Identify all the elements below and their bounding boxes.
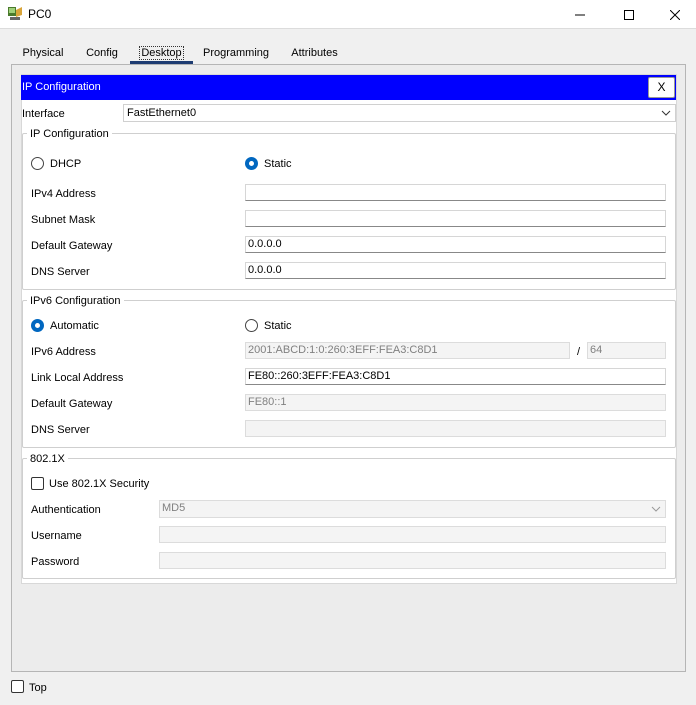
- dhcp-label: DHCP: [50, 158, 82, 170]
- password-field[interactable]: [159, 552, 666, 569]
- window-title: PC0: [28, 7, 52, 21]
- ipv6-address-field[interactable]: 2001:ABCD:1:0:260:3EFF:FEA3:C8D1: [245, 342, 570, 359]
- minimize-button[interactable]: [557, 0, 603, 29]
- ipv6-default-gateway-field[interactable]: FE80::1: [245, 394, 666, 411]
- automatic-radio[interactable]: [31, 319, 44, 332]
- use-8021x-label: Use 802.1X Security: [49, 478, 150, 490]
- minimize-icon: [575, 14, 585, 15]
- top-checkbox[interactable]: [11, 680, 24, 693]
- ipv6-address-label: IPv6 Address: [31, 346, 96, 358]
- ipv4-address-field[interactable]: [245, 184, 666, 201]
- authentication-label: Authentication: [31, 504, 101, 516]
- subnet-mask-field[interactable]: [245, 210, 666, 227]
- top-label: Top: [29, 682, 47, 694]
- automatic-label: Automatic: [50, 320, 99, 332]
- ipv4-address-label: IPv4 Address: [31, 188, 96, 200]
- ip-config-header-bar: [21, 75, 676, 100]
- chevron-down-icon: [659, 105, 673, 121]
- dns-server-field[interactable]: 0.0.0.0: [245, 262, 666, 279]
- dns-server-label: DNS Server: [31, 266, 90, 278]
- maximize-icon: [624, 9, 634, 20]
- static-ipv6-label: Static: [264, 320, 292, 332]
- close-window-button[interactable]: [652, 0, 696, 29]
- interface-select-value: FastEthernet0: [127, 107, 197, 119]
- interface-label: Interface: [22, 108, 65, 120]
- password-label: Password: [31, 556, 80, 568]
- chevron-down-icon: [649, 501, 663, 517]
- static-ipv4-label: Static: [264, 158, 292, 170]
- ipv6-prefix-field[interactable]: 64: [587, 342, 666, 359]
- username-label: Username: [31, 530, 82, 542]
- default-gateway-label: Default Gateway: [31, 240, 113, 252]
- default-gateway-field[interactable]: 0.0.0.0: [245, 236, 666, 253]
- ipv6-dns-server-field[interactable]: [245, 420, 666, 437]
- interface-select[interactable]: FastEthernet0: [123, 104, 676, 122]
- tab-programming[interactable]: Programming: [202, 45, 270, 62]
- link-local-address-field[interactable]: FE80::260:3EFF:FEA3:C8D1: [245, 368, 666, 385]
- prefix-separator: /: [577, 346, 581, 358]
- username-field[interactable]: [159, 526, 666, 543]
- maximize-button[interactable]: [606, 0, 652, 29]
- authentication-select-value: MD5: [162, 502, 186, 514]
- pc-app-icon: [8, 7, 22, 20]
- dhcp-radio[interactable]: [31, 157, 44, 170]
- ipv6-default-gateway-label: Default Gateway: [31, 398, 113, 410]
- static-ipv4-radio[interactable]: [245, 157, 258, 170]
- tab-physical[interactable]: Physical: [18, 45, 68, 62]
- tab-config[interactable]: Config: [83, 45, 121, 62]
- link-local-address-label: Link Local Address: [31, 372, 124, 384]
- use-8021x-checkbox[interactable]: [31, 477, 44, 490]
- tab-desktop[interactable]: Desktop: [130, 45, 193, 64]
- tab-desktop-label: Desktop: [139, 46, 184, 60]
- dot1x-group-title: 802.1X: [27, 453, 68, 465]
- tab-attributes[interactable]: Attributes: [287, 45, 342, 62]
- static-ipv6-radio[interactable]: [245, 319, 258, 332]
- ip-config-close-button[interactable]: X: [648, 77, 675, 98]
- ipv4-group-title: IP Configuration: [27, 128, 112, 140]
- authentication-select[interactable]: MD5: [159, 500, 666, 518]
- ip-config-header-title: IP Configuration: [22, 81, 101, 93]
- ipv6-dns-server-label: DNS Server: [31, 424, 90, 436]
- ipv6-group-title: IPv6 Configuration: [27, 295, 124, 307]
- close-icon: [670, 9, 680, 20]
- subnet-mask-label: Subnet Mask: [31, 214, 96, 226]
